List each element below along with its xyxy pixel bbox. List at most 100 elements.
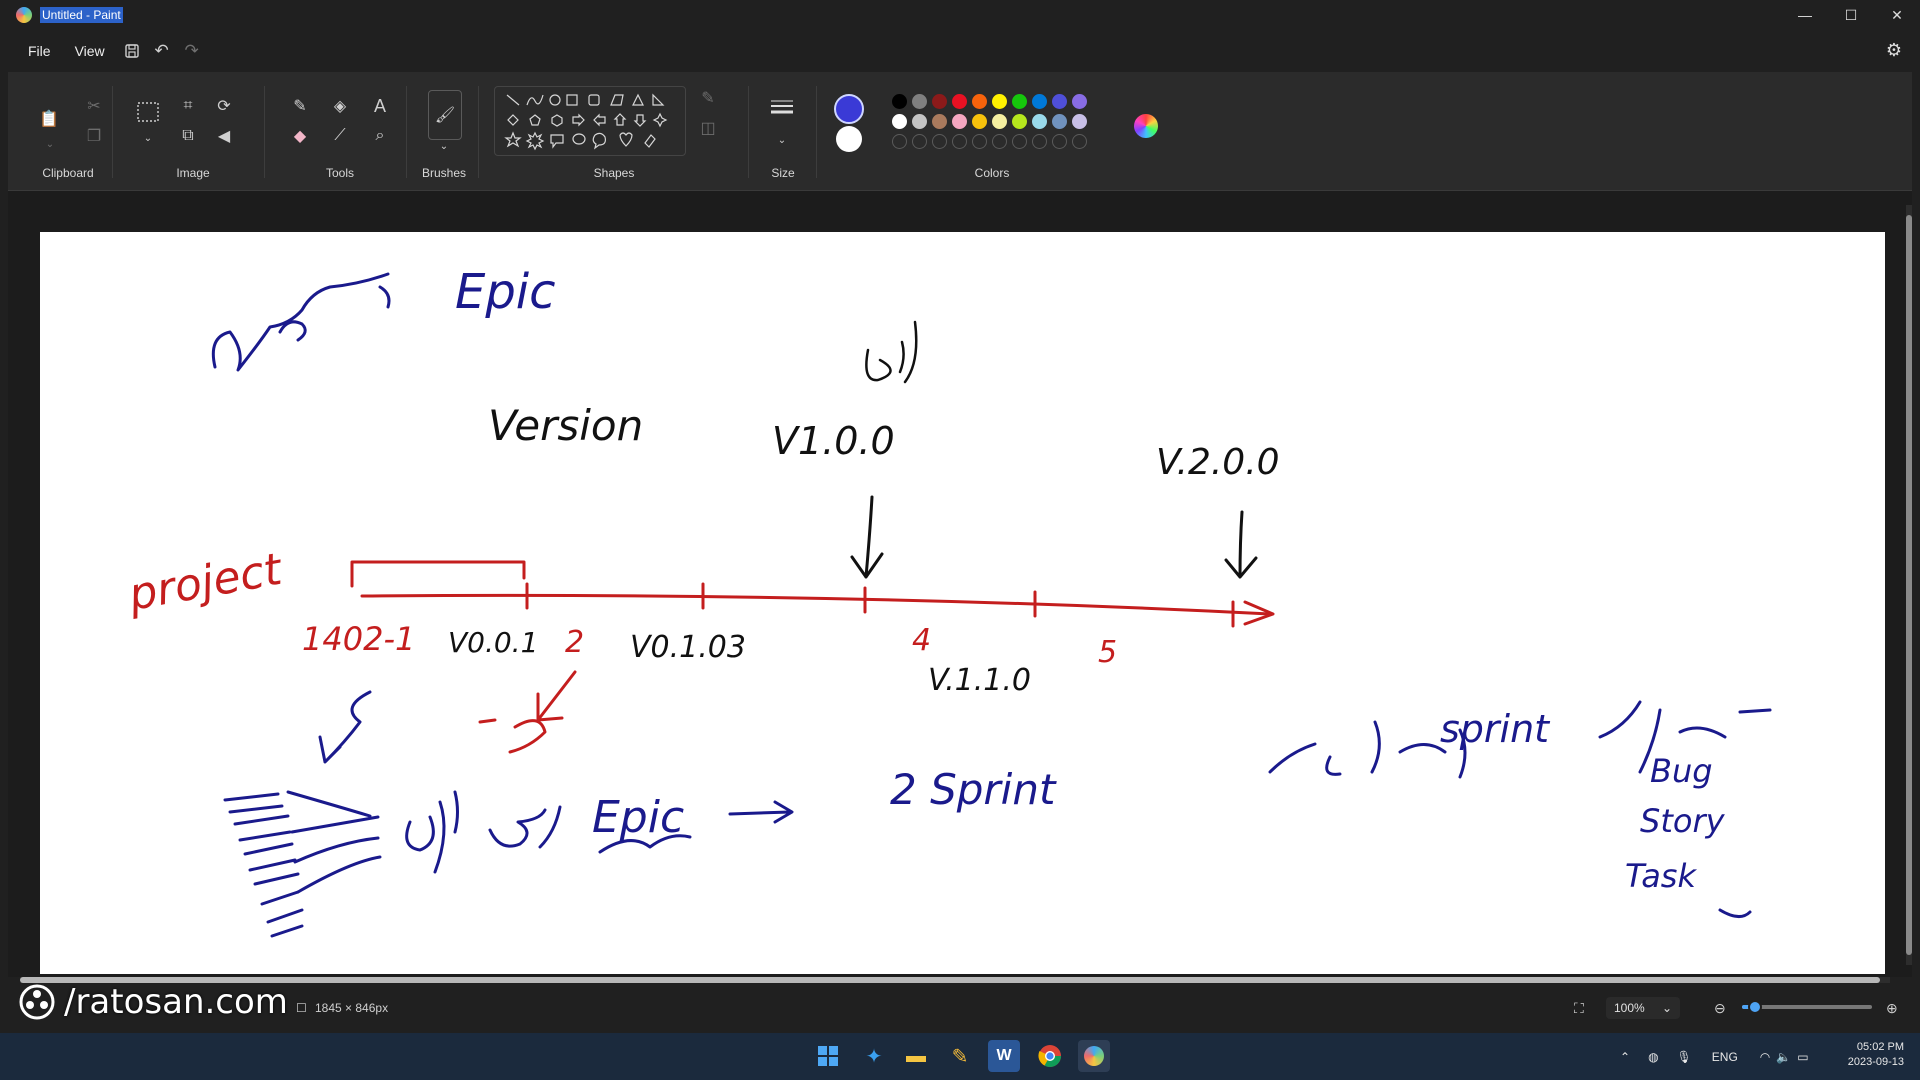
crop-icon[interactable]: ⌗ [176,94,200,118]
fit-screen-icon[interactable]: ⛶ [1574,1000,1584,1017]
zoom-slider-knob[interactable] [1748,1000,1762,1014]
select-dropdown-icon[interactable]: ⌄ [136,126,160,150]
size-dropdown-icon[interactable]: ⌄ [770,128,794,152]
resize-icon[interactable]: ⧉ [176,124,200,148]
shapes-gallery[interactable] [494,86,686,156]
zoom-select[interactable]: 100% ⌄ [1606,997,1680,1019]
vscode-icon[interactable]: ✦ [858,1040,890,1072]
paste-icon[interactable]: 📋 [34,102,64,136]
paste-dropdown-icon[interactable]: ⌄ [38,132,62,156]
palette-color-swatch[interactable] [892,94,907,109]
undo-icon[interactable]: ↶ [147,36,177,66]
horizontal-scroll-thumb[interactable] [20,977,1880,983]
redo-icon[interactable]: ↷ [177,36,207,66]
battery-icon[interactable]: ▭ [1797,1050,1808,1064]
drawing-canvas[interactable]: Epic Version V1.0.0 V.2.0.0 project 1402… [40,232,1885,974]
text-icon[interactable]: A [368,94,392,118]
flip-icon[interactable]: ◀ [212,124,236,148]
zoom-slider[interactable] [1742,1000,1872,1014]
palette-color-swatch[interactable] [1052,114,1067,129]
custom-color-slot[interactable] [892,134,907,149]
palette-color-swatch[interactable] [992,114,1007,129]
copy-icon[interactable]: ❐ [82,124,106,148]
minimize-button[interactable]: — [1782,0,1828,30]
palette-color-swatch[interactable] [892,114,907,129]
title-bar: Untitled - Paint — ☐ ✕ [0,0,1920,30]
palette-color-swatch[interactable] [1072,114,1087,129]
zoom-in-icon[interactable]: ⊕ [1886,1000,1898,1017]
vertical-scrollbar[interactable] [1906,205,1912,965]
stroke-size-icon[interactable] [768,94,796,122]
zoom-out-icon[interactable]: ⊖ [1714,1000,1726,1017]
word-icon[interactable]: W [988,1040,1020,1072]
chevron-down-icon: ⌄ [1661,1001,1672,1015]
primary-color[interactable] [834,94,864,124]
brush-icon[interactable]: 🖌 [428,90,462,140]
palette-color-swatch[interactable] [912,114,927,129]
chevron-up-icon[interactable]: ⌃ [1620,1050,1630,1064]
maximize-button[interactable]: ☐ [1828,0,1874,30]
paint-taskbar-icon[interactable] [1078,1040,1110,1072]
rotate-icon[interactable]: ⟳ [212,94,236,118]
palette-color-swatch[interactable] [912,94,927,109]
pencil-icon[interactable]: ✎ [288,94,312,118]
outline-icon[interactable]: ✎ [696,86,720,110]
vertical-scroll-thumb[interactable] [1906,215,1912,955]
custom-color-slot[interactable] [1052,134,1067,149]
fill-shape-icon[interactable]: ◫ [696,116,720,140]
custom-color-slot[interactable] [952,134,967,149]
palette-color-swatch[interactable] [1012,114,1027,129]
chrome-icon[interactable] [1034,1040,1066,1072]
canvas-label-sprint: sprint [1440,707,1551,751]
save-icon[interactable] [117,36,147,66]
palette-color-swatch[interactable] [972,114,987,129]
menu-view[interactable]: View [63,36,117,66]
brushes-group: 🖌 ⌄ Brushes [412,80,476,186]
network-globe-icon[interactable]: ◍ [1648,1050,1658,1064]
brush-dropdown-icon[interactable]: ⌄ [432,134,456,158]
fill-icon[interactable]: ◈ [328,94,352,118]
size-label: Size [771,166,795,180]
language-indicator[interactable]: ENG [1712,1050,1738,1064]
clock[interactable]: 05:02 PM 2023-09-13 [1836,1041,1904,1068]
volume-icon[interactable]: 🔈 [1776,1050,1791,1064]
palette-color-swatch[interactable] [1032,94,1047,109]
palette-color-swatch[interactable] [992,94,1007,109]
palette-color-swatch[interactable] [1072,94,1087,109]
microphone-icon[interactable]: 🎙 [1677,1050,1692,1064]
custom-color-slot[interactable] [932,134,947,149]
wifi-icon[interactable]: ◠ [1760,1050,1770,1064]
palette-color-swatch[interactable] [952,114,967,129]
cut-icon[interactable]: ✂ [82,94,106,118]
palette-color-swatch[interactable] [952,94,967,109]
palette-color-swatch[interactable] [1052,94,1067,109]
paint-app-icon [16,7,32,23]
settings-gear-icon[interactable]: ⚙ [1886,40,1902,61]
close-button[interactable]: ✕ [1874,0,1920,30]
custom-color-slot[interactable] [1012,134,1027,149]
custom-color-slot[interactable] [912,134,927,149]
eraser-icon[interactable]: ◆ [288,124,312,148]
custom-color-slot[interactable] [1032,134,1047,149]
custom-color-slot[interactable] [1072,134,1087,149]
palette-color-swatch[interactable] [1012,94,1027,109]
custom-color-slot[interactable] [972,134,987,149]
palette-color-swatch[interactable] [972,94,987,109]
palette-color-swatch[interactable] [1032,114,1047,129]
divider [748,86,749,178]
palette-color-swatch[interactable] [932,94,947,109]
select-icon[interactable] [134,98,162,126]
menu-file[interactable]: File [16,36,63,66]
file-explorer-icon[interactable]: ▬ [900,1040,932,1072]
sticky-app-icon[interactable]: ✎ [944,1040,976,1072]
secondary-color[interactable] [836,126,862,152]
edit-colors-icon[interactable] [1134,114,1158,138]
horizontal-scrollbar[interactable] [20,977,1890,983]
canvas-label-v200: V.2.0.0 [1156,442,1280,483]
color-picker-icon[interactable]: ⟋ [328,124,352,148]
custom-color-slot[interactable] [992,134,1007,149]
menu-bar: File View ↶ ↷ [0,36,1920,66]
start-windows-icon[interactable] [812,1040,844,1072]
magnifier-icon[interactable]: ⌕ [368,124,392,148]
palette-color-swatch[interactable] [932,114,947,129]
